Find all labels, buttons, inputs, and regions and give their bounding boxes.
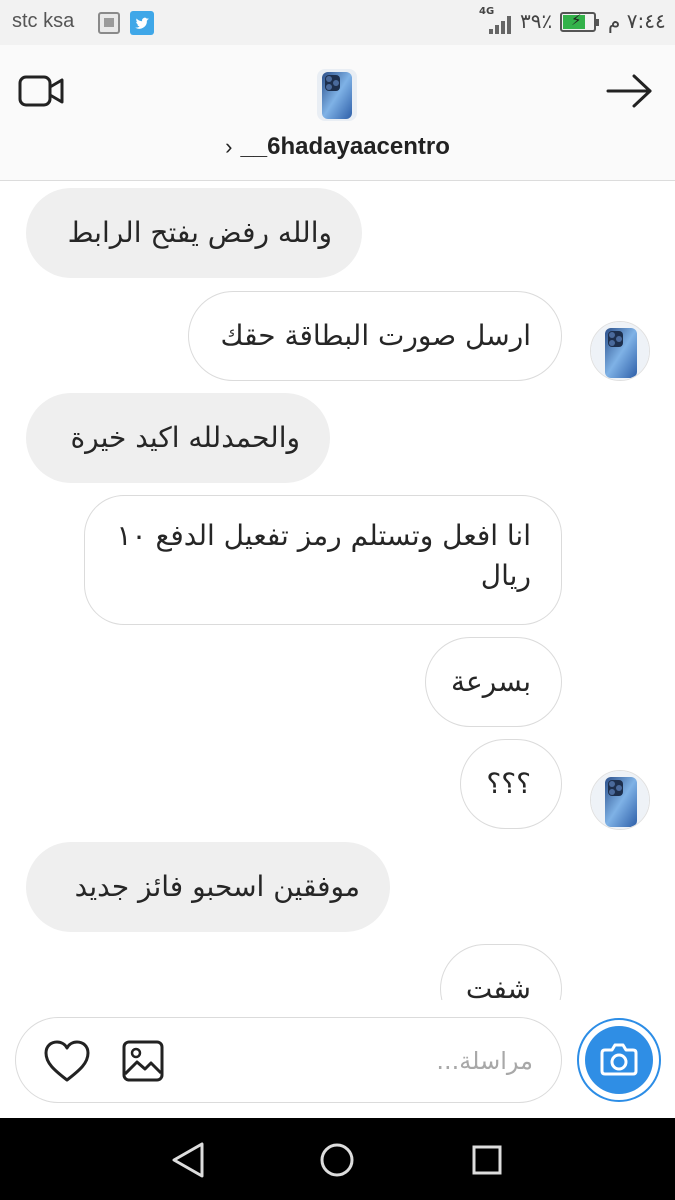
forward-arrow-icon[interactable] [604,71,654,111]
message-input[interactable] [203,1040,533,1082]
username-label: __6hadayaacentro [240,133,450,160]
heart-icon[interactable] [42,1038,92,1084]
gallery-icon[interactable] [120,1038,166,1084]
chevron-icon: › [225,134,233,159]
chat-username[interactable]: › __6hadayaacentro [0,133,675,161]
clock: ٧:٤٤ م [608,9,666,33]
signal-icon [483,14,513,34]
camera-button[interactable] [577,1018,661,1102]
message-sent[interactable]: بسرعة [425,637,562,727]
system-nav-bar [0,1118,675,1200]
back-triangle-icon[interactable] [164,1136,212,1184]
battery-charging-icon: ⚡ [560,11,599,32]
message-received[interactable]: والله رفض يفتح الرابط [26,188,362,278]
message-sent[interactable]: شفت [440,944,562,1000]
recents-square-icon[interactable] [463,1136,511,1184]
video-call-icon[interactable] [18,74,64,108]
battery-percent: ٣٩٪ [520,9,553,33]
message-received[interactable]: موفقين اسحبو فائز جديد [26,842,390,932]
sender-avatar[interactable] [590,321,650,381]
message-received[interactable]: والحمدلله اكيد خيرة [26,393,330,483]
message-composer [15,1017,562,1103]
home-circle-icon[interactable] [313,1136,361,1184]
camera-icon [585,1026,653,1094]
message-sent[interactable]: انا افعل وتستلم رمز تفعيل الدفع ١٠ ريال [84,495,562,625]
status-bar: stc ksa 4G ٣٩٪ ⚡ ٧:٤٤ م [0,0,675,45]
chat-header: › __6hadayaacentro [0,45,675,181]
message-sent[interactable]: ؟؟؟ [460,739,562,829]
profile-avatar[interactable] [317,69,357,121]
twitter-icon [130,11,154,35]
message-sent[interactable]: ارسل صورت البطاقة حقك [188,291,562,381]
carrier-label: stc ksa [12,10,75,32]
message-list[interactable]: والله رفض يفتح الرابط ارسل صورت البطاقة … [0,182,675,1000]
sender-avatar[interactable] [590,770,650,830]
image-notification-icon [98,12,120,34]
